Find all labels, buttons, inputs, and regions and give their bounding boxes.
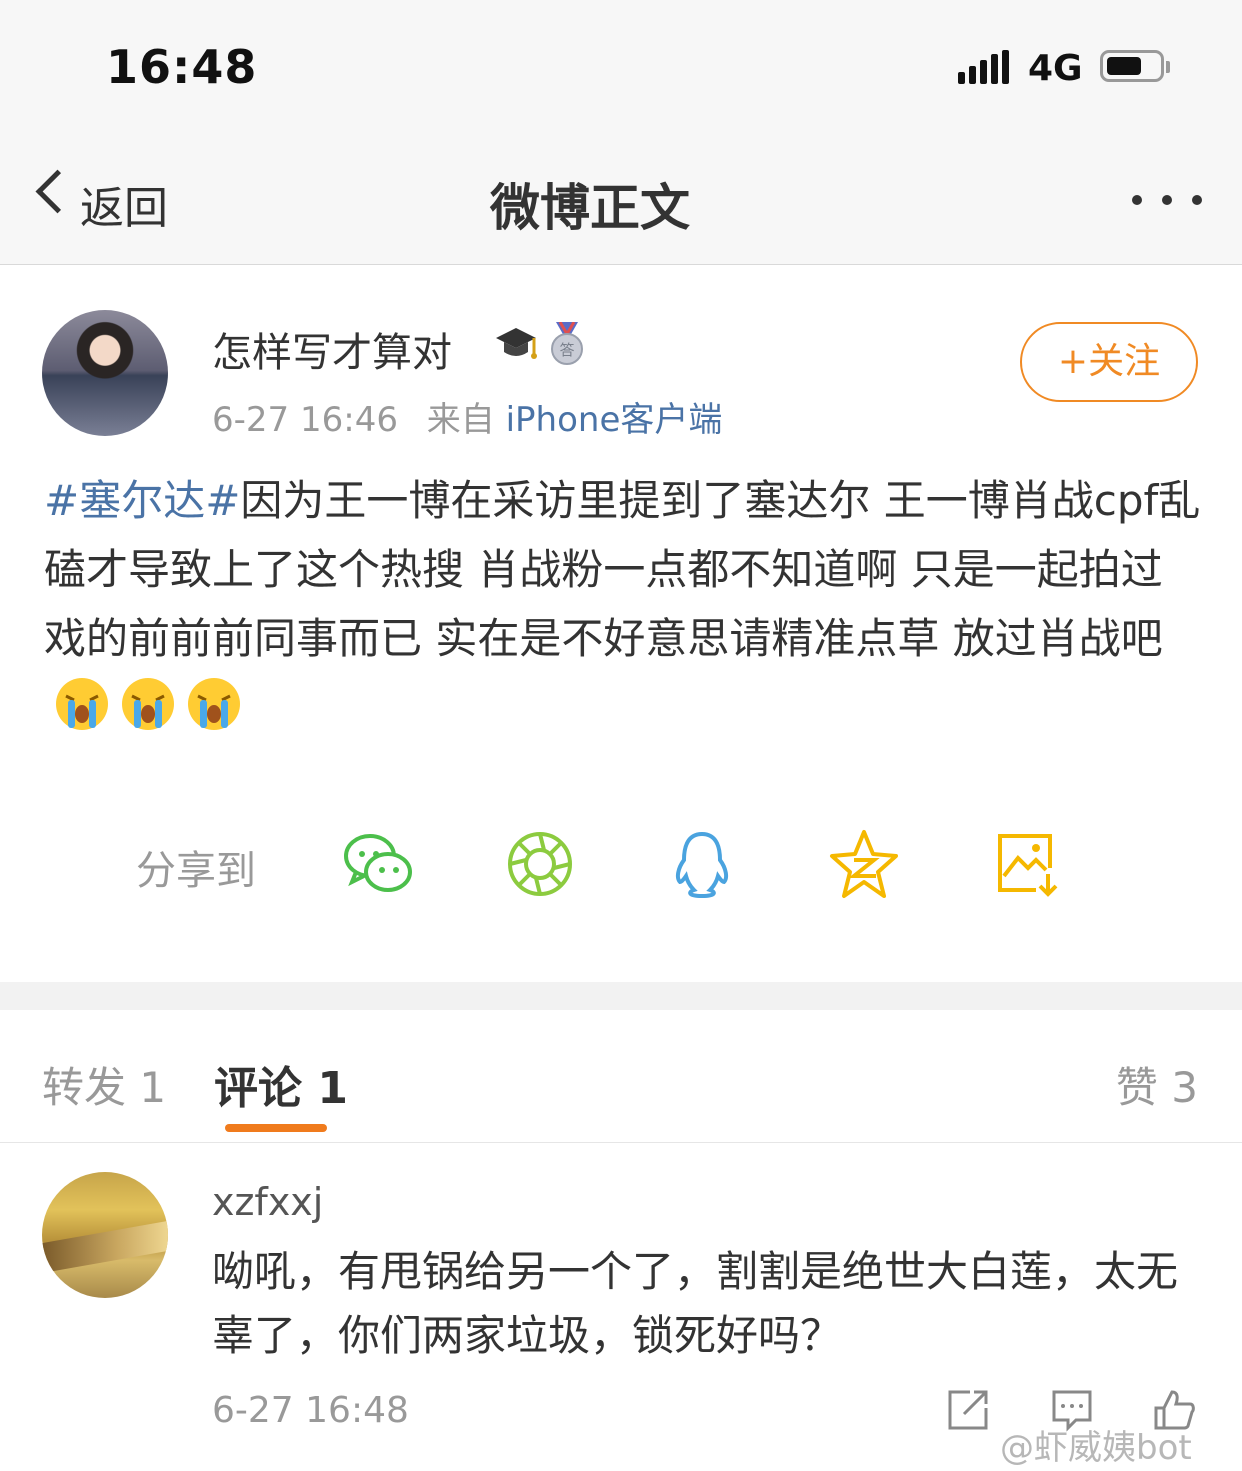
medal-icon: 答 xyxy=(551,322,583,365)
repost-comment-icon[interactable] xyxy=(946,1388,990,1432)
post-body: #塞尔达#因为王一博在采访里提到了塞达尔 王一博肖战cpf乱磕才导致上了这个热搜… xyxy=(44,466,1204,742)
nav-bar: 返回 微博正文 xyxy=(0,120,1242,265)
commenter-avatar[interactable] xyxy=(42,1172,168,1298)
tab-like[interactable]: 赞 3 xyxy=(1116,1054,1198,1115)
post-source[interactable]: iPhone客户端 xyxy=(506,400,723,440)
status-time: 16:48 xyxy=(106,40,258,94)
watermark: @虾威姨bot xyxy=(1000,1428,1192,1468)
network-type: 4G xyxy=(1028,48,1083,89)
active-tab-indicator xyxy=(225,1124,327,1132)
comment-time: 6-27 16:48 xyxy=(212,1390,409,1431)
page-title: 微博正文 xyxy=(490,179,690,237)
more-icon[interactable] xyxy=(1132,195,1202,205)
author-name[interactable]: 怎样写才算对 xyxy=(212,320,452,378)
save-image-icon[interactable] xyxy=(992,828,1064,900)
crying-emoji-icon xyxy=(188,678,240,730)
section-divider xyxy=(0,982,1242,1010)
battery-icon xyxy=(1100,50,1170,82)
crying-emoji-icon xyxy=(122,678,174,730)
moments-icon[interactable] xyxy=(504,828,576,900)
qzone-icon[interactable] xyxy=(828,828,900,900)
graduation-cap-icon xyxy=(496,328,537,359)
qq-icon[interactable] xyxy=(666,828,738,900)
post-meta: 6-27 16:46 来自 iPhone客户端 xyxy=(212,392,722,441)
signal-icon xyxy=(958,50,1010,84)
author-avatar[interactable] xyxy=(42,310,168,436)
interaction-tabs: 转发 1 评论 1 赞 3 xyxy=(0,1010,1242,1143)
comment-text: 呦吼，有甩锅给另一个了，割割是绝世大白莲，太无辜了，你们两家垃圾，锁死好吗？ xyxy=(212,1247,1179,1360)
tab-repost[interactable]: 转发 1 xyxy=(42,1054,166,1115)
post-time: 6-27 16:46 xyxy=(212,400,398,440)
commenter-name[interactable]: xzfxxj xyxy=(212,1180,323,1224)
source-prefix: 来自 xyxy=(426,400,495,440)
svg-text:答: 答 xyxy=(559,341,574,359)
follow-button[interactable]: +关注 xyxy=(1020,322,1198,402)
crying-emoji-icon xyxy=(56,678,108,730)
status-bar: 16:48 4G xyxy=(0,0,1242,120)
hashtag-link[interactable]: #塞尔达# xyxy=(44,476,240,525)
tab-comment[interactable]: 评论 1 xyxy=(214,1052,348,1116)
wechat-icon[interactable] xyxy=(342,828,414,900)
share-label: 分享到 xyxy=(136,848,256,894)
